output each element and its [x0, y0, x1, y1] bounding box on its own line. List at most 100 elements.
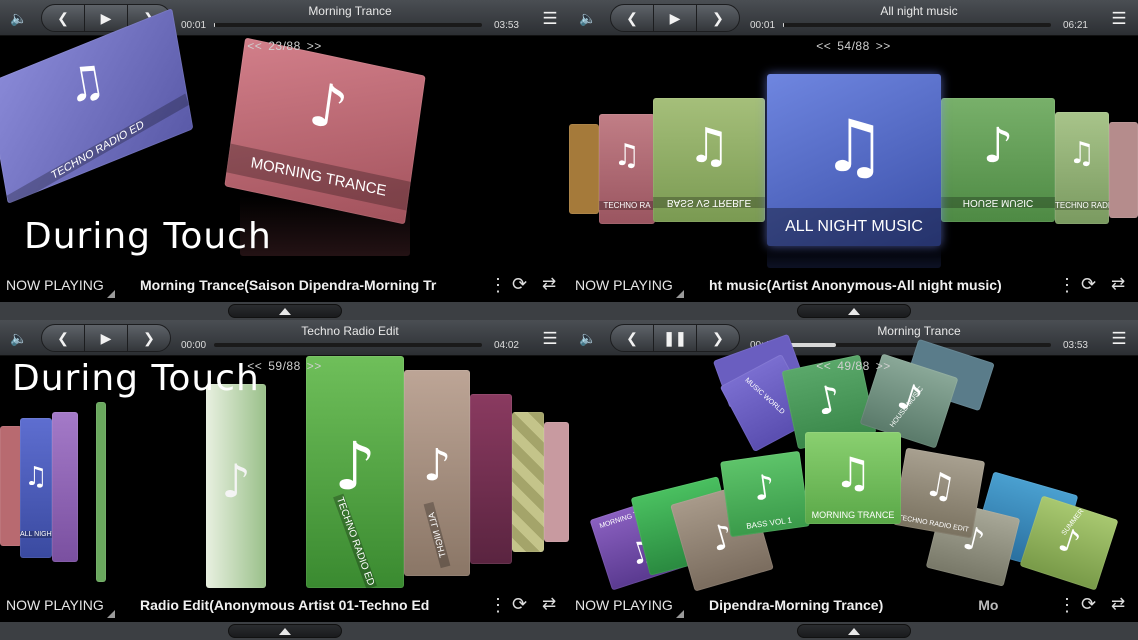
music-note-icon: ♫	[1068, 136, 1096, 171]
previous-icon: ❮	[57, 330, 69, 346]
track-title: Morning Trance	[877, 324, 961, 338]
more-button[interactable]: ⋮	[1058, 594, 1076, 616]
counter-next[interactable]: >>	[876, 39, 891, 53]
corner-indicator	[107, 610, 115, 618]
album-card[interactable]: ♪ ALL NIGHT	[404, 370, 470, 576]
previous-button[interactable]: ❮	[42, 5, 85, 31]
counter-prev[interactable]: <<	[816, 39, 831, 53]
volume-button[interactable]: 🔈	[573, 4, 603, 32]
album-card[interactable]: ♪ TECHNO RADIO ED	[306, 356, 404, 588]
song-marquee: Morning Trance(Saison Dipendra-Morning T…	[140, 277, 437, 293]
album-card[interactable]: ♫ ALL NIGHT MUSIC	[767, 74, 941, 246]
more-button[interactable]: ⋮	[489, 594, 507, 616]
drawer-handle[interactable]	[797, 304, 911, 318]
now-playing-label[interactable]: NOW PLAYING	[6, 277, 104, 293]
album-card[interactable]: ♪ BASS VOL 1	[720, 450, 810, 538]
album-card[interactable]: ♫ MORNING TRANCE	[805, 432, 901, 524]
previous-button[interactable]: ❮	[611, 325, 654, 351]
now-playing-label[interactable]: NOW PLAYING	[575, 597, 673, 613]
now-playing-label[interactable]: NOW PLAYING	[575, 277, 673, 293]
repeat-button[interactable]: ⟳	[512, 594, 527, 615]
track-title: Morning Trance	[308, 4, 392, 18]
volume-button[interactable]: 🔈	[4, 4, 34, 32]
volume-button[interactable]: 🔈	[4, 324, 34, 352]
now-playing-label[interactable]: NOW PLAYING	[6, 597, 104, 613]
previous-button[interactable]: ❮	[42, 325, 85, 351]
album-card[interactable]: ♪	[206, 384, 266, 588]
menu-button[interactable]: ☰	[1104, 4, 1134, 32]
seek-bar[interactable]	[214, 23, 482, 27]
more-button[interactable]: ⋮	[489, 274, 507, 296]
elapsed-time: 00:01	[181, 20, 207, 31]
pause-button[interactable]: ❚❚	[654, 325, 697, 351]
player-panel-1: 🔈 ❮ ▶ ❯ Morning Trance 00:01 03:53 ☰ ♫ T…	[0, 0, 569, 320]
counter-prev[interactable]: <<	[816, 359, 831, 373]
shuffle-button[interactable]: ⇄	[1111, 274, 1125, 294]
counter-value: 59/88	[268, 359, 301, 373]
transport-bar: 🔈 ❮ ▶ ❯ Techno Radio Edit 00:00 04:02 ☰	[0, 320, 569, 356]
shuffle-button[interactable]: ⇄	[542, 274, 556, 294]
menu-icon: ☰	[1111, 8, 1127, 28]
album-label: MORNING TRANCE	[811, 510, 895, 520]
counter-next[interactable]: >>	[876, 359, 891, 373]
album-card[interactable]: ♫ TECHNO RADIO EDIT	[892, 447, 986, 539]
album-card[interactable]: ♫ TECHNO RADIO ED	[0, 8, 194, 204]
album-card[interactable]	[512, 412, 544, 552]
next-icon: ❯	[143, 330, 155, 346]
counter-value: 23/88	[268, 39, 301, 53]
more-vertical-icon: ⋮	[1058, 274, 1076, 295]
volume-icon: 🔈	[10, 10, 28, 26]
drawer-handle[interactable]	[228, 624, 342, 638]
cover-flow[interactable]: ♫ TECHNO RA ♫ BASS VS TREBLE ♫ ALL NIGHT…	[569, 36, 1138, 268]
next-button[interactable]: ❯	[128, 325, 170, 351]
seek-bar[interactable]	[214, 343, 482, 347]
previous-icon: ❮	[57, 10, 69, 26]
album-card[interactable]: ♫ ALL NIGHT	[20, 418, 52, 558]
total-time: 03:53	[1062, 340, 1088, 351]
album-card[interactable]	[470, 394, 512, 564]
album-card[interactable]: ♫ BASS VS TREBLE	[653, 98, 765, 222]
album-card[interactable]: ♪ HOUSE MUSIC	[941, 98, 1055, 222]
play-button[interactable]: ▶	[85, 325, 128, 351]
shuffle-button[interactable]: ⇄	[542, 594, 556, 614]
cover-flow[interactable]: MUSIC WORLD ♪ ♪ HOUSE MUSIC ♫ MORNING TR…	[569, 333, 1138, 592]
repeat-icon: ⟳	[512, 274, 528, 294]
shuffle-icon: ⇄	[542, 274, 557, 293]
music-note-icon: ♫	[921, 463, 959, 509]
counter-prev[interactable]: <<	[247, 39, 262, 53]
album-card[interactable]	[544, 422, 569, 542]
album-card[interactable]	[0, 426, 22, 546]
previous-button[interactable]: ❮	[611, 5, 654, 31]
music-note-icon: ♪	[982, 118, 1014, 174]
next-button[interactable]: ❯	[697, 5, 739, 31]
volume-button[interactable]: 🔈	[573, 324, 603, 352]
counter-next[interactable]: >>	[307, 359, 322, 373]
now-playing-bar: NOW PLAYING Dipendra-Morning Trance) Mo ⋮…	[569, 588, 1138, 622]
chevron-up-icon	[848, 307, 860, 315]
menu-button[interactable]: ☰	[535, 4, 565, 32]
drawer-handle[interactable]	[228, 304, 342, 318]
repeat-button[interactable]: ⟳	[512, 274, 527, 295]
menu-button[interactable]: ☰	[1104, 324, 1134, 352]
album-card[interactable]: ♫ TECHNO RADIO	[1055, 112, 1109, 224]
counter-next[interactable]: >>	[307, 39, 322, 53]
album-card[interactable]	[52, 412, 78, 562]
next-button[interactable]: ❯	[697, 325, 739, 351]
album-card[interactable]	[1109, 122, 1138, 218]
more-button[interactable]: ⋮	[1058, 274, 1076, 296]
shuffle-button[interactable]: ⇄	[1111, 594, 1125, 614]
album-card[interactable]	[96, 402, 106, 582]
repeat-button[interactable]: ⟳	[1081, 274, 1096, 295]
player-panel-3: 🔈 ❮ ▶ ❯ Techno Radio Edit 00:00 04:02 ☰ …	[0, 320, 569, 640]
play-button[interactable]: ▶	[654, 5, 697, 31]
play-button[interactable]: ▶	[85, 5, 128, 31]
repeat-icon: ⟳	[1081, 274, 1097, 294]
menu-button[interactable]: ☰	[535, 324, 565, 352]
transport-bar: 🔈 ❮ ❚❚ ❯ Morning Trance 00:46 03:53 ☰	[569, 320, 1138, 356]
repeat-button[interactable]: ⟳	[1081, 594, 1096, 615]
album-card[interactable]	[569, 124, 599, 214]
drawer-handle[interactable]	[797, 624, 911, 638]
album-label: ALL NIGHT MUSIC	[767, 208, 941, 246]
seek-bar[interactable]	[783, 23, 1051, 27]
album-card[interactable]: ♫ TECHNO RA	[599, 114, 655, 224]
